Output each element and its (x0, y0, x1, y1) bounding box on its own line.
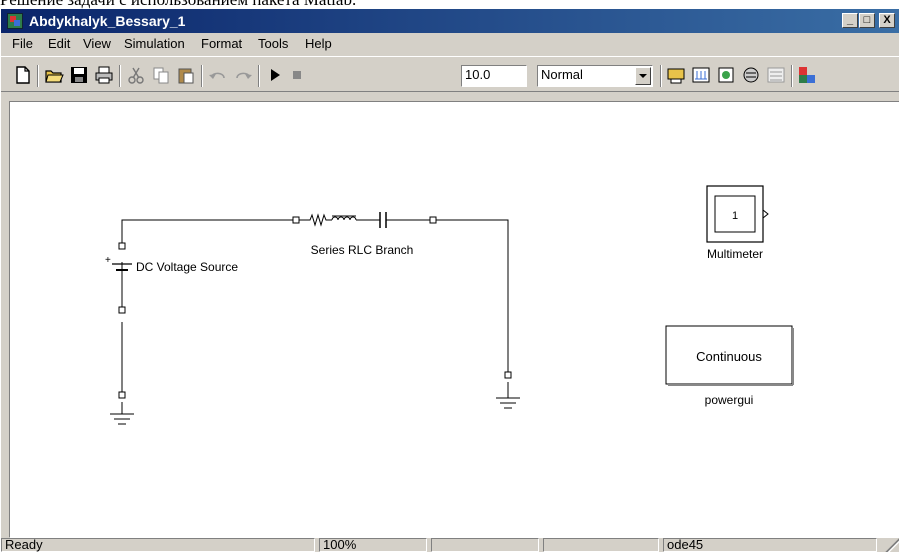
dc-voltage-source-block[interactable]: + DC Voltage Source (105, 242, 238, 314)
solver-name: ode45 (663, 538, 877, 552)
redo-icon[interactable] (233, 65, 253, 85)
status-text: Ready (1, 538, 315, 552)
menu-format[interactable]: Format (201, 36, 242, 52)
dc-voltage-source-label: DC Voltage Source (136, 260, 238, 274)
series-rlc-branch-label: Series RLC Branch (311, 243, 414, 257)
cut-icon[interactable] (126, 65, 146, 85)
multimeter-label: Multimeter (707, 247, 763, 261)
toolbar-separator (791, 65, 793, 87)
copy-icon[interactable] (151, 65, 171, 85)
powergui-mode-text: Continuous (696, 349, 762, 364)
stop-time-input[interactable]: 10.0 (461, 65, 527, 87)
model-canvas[interactable]: + DC Voltage Source Series RLC Branch 1 … (9, 101, 899, 538)
status-field-empty (431, 538, 539, 552)
print-icon[interactable] (94, 65, 114, 85)
library-browser-icon[interactable] (741, 65, 761, 85)
toolbar-separator (201, 65, 203, 87)
zoom-level: 100% (319, 538, 427, 552)
powergui-block[interactable]: Continuous powergui (665, 325, 794, 407)
start-simulation-icon[interactable] (265, 65, 285, 85)
menu-bar: File Edit View Simulation Format Tools H… (1, 33, 899, 55)
model-diagram[interactable]: + DC Voltage Source Series RLC Branch 1 … (10, 102, 899, 538)
toolbar-separator (258, 65, 260, 87)
toolbar: 10.0 Normal (1, 56, 899, 92)
toolbar-separator (119, 65, 121, 87)
chevron-down-icon[interactable] (635, 67, 651, 85)
title-bar[interactable]: Abdykhalyk_Bessary_1 _ □ X (1, 9, 899, 33)
model-explorer-icon[interactable] (716, 65, 736, 85)
menu-help[interactable]: Help (305, 36, 332, 52)
stop-simulation-icon[interactable] (287, 65, 307, 85)
open-folder-icon[interactable] (44, 65, 64, 85)
document-caption: Решение задачи с использованием пакета M… (0, 0, 356, 9)
series-rlc-branch-block[interactable]: Series RLC Branch (292, 212, 437, 257)
undo-icon[interactable] (208, 65, 228, 85)
simulink-model-icon[interactable] (7, 13, 23, 29)
simulation-mode-value: Normal (541, 67, 583, 82)
menu-view[interactable]: View (83, 36, 111, 52)
powergui-label: powergui (705, 393, 754, 407)
status-field-empty (543, 538, 659, 552)
paste-icon[interactable] (176, 65, 196, 85)
toolbar-separator (37, 65, 39, 87)
new-model-icon[interactable] (13, 65, 33, 85)
minimize-button[interactable]: _ (842, 13, 858, 28)
maximize-button[interactable]: □ (859, 13, 875, 28)
build-model-icon[interactable] (666, 65, 686, 85)
simulink-window: Abdykhalyk_Bessary_1 _ □ X File Edit Vie… (0, 9, 899, 552)
close-button[interactable]: X (879, 13, 895, 28)
menu-simulation[interactable]: Simulation (124, 36, 185, 52)
toolbar-separator (660, 65, 662, 87)
menu-tools[interactable]: Tools (258, 36, 288, 52)
status-bar: Ready 100% ode45 (1, 538, 899, 552)
simulation-mode-select[interactable]: Normal (537, 65, 653, 87)
resize-grip[interactable] (881, 538, 899, 552)
window-title: Abdykhalyk_Bessary_1 (29, 13, 186, 29)
save-icon[interactable] (69, 65, 89, 85)
menu-edit[interactable]: Edit (48, 36, 70, 52)
model-advisor-icon[interactable] (797, 65, 817, 85)
menu-file[interactable]: File (12, 36, 33, 52)
dc-plus-sign: + (105, 255, 111, 266)
multimeter-block[interactable]: 1 Multimeter (706, 185, 769, 261)
multimeter-value: 1 (732, 210, 738, 222)
debugger-icon[interactable] (766, 65, 786, 85)
update-diagram-icon[interactable] (691, 65, 711, 85)
